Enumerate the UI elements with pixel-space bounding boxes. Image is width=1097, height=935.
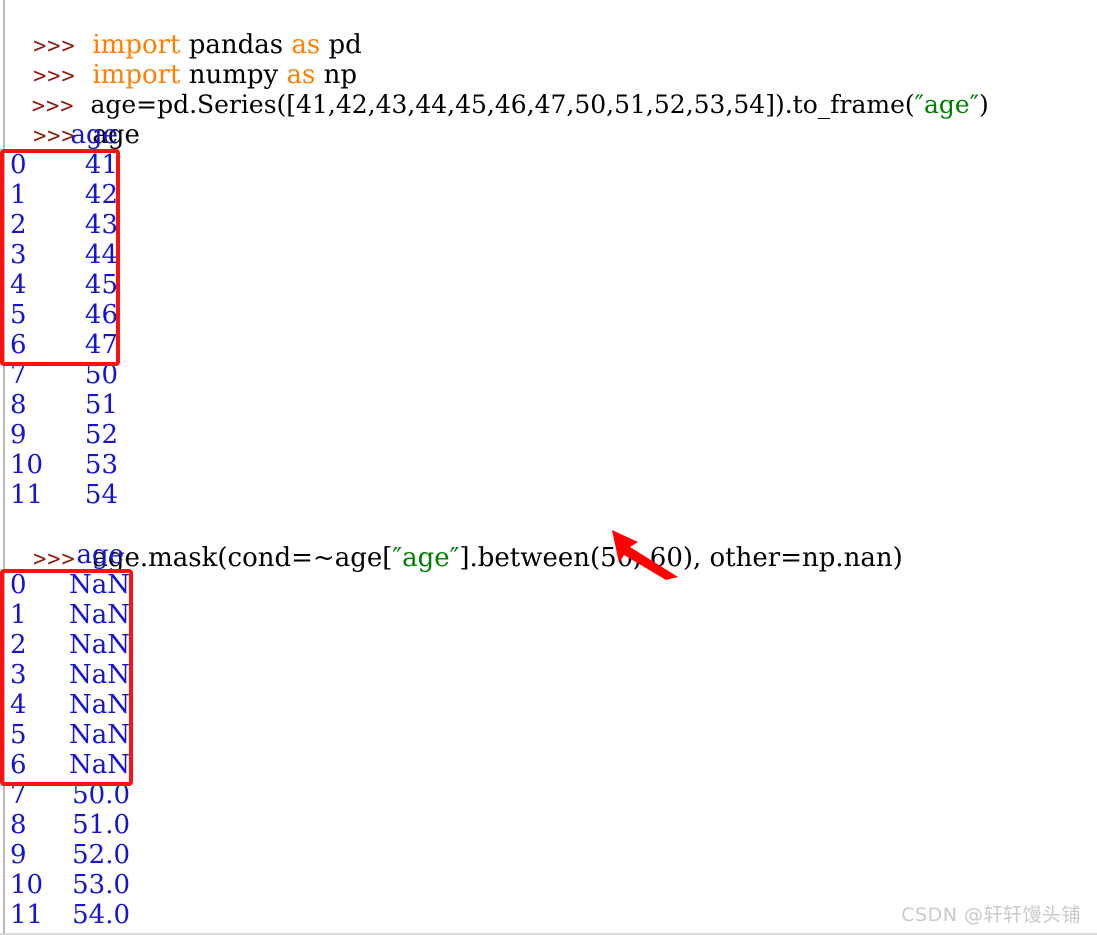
- table-row: 6 47: [0, 330, 200, 360]
- console-line-import-numpy: >>> import numpy as np: [0, 30, 357, 90]
- console-line-eval-age: >>> age: [0, 90, 140, 150]
- table-row: 10 53: [0, 450, 200, 480]
- table-header-row: age: [0, 540, 220, 570]
- cell-age: NaN: [68, 630, 130, 660]
- cell-age: 45: [84, 270, 118, 300]
- table-row: 8 51.0: [0, 810, 220, 840]
- cell-age: 52.0: [72, 840, 130, 870]
- table-row: 1 42: [0, 180, 200, 210]
- table-row: 2 43: [0, 210, 200, 240]
- table-row: 0 NaN: [0, 570, 220, 600]
- column-header-age: age: [70, 120, 118, 150]
- table-header-row: age: [0, 120, 200, 150]
- console-line-import-pandas: >>> import pandas as pd: [0, 0, 362, 60]
- cell-age: 41: [84, 150, 118, 180]
- mask-expression-suffix: ].between(50, 60), other=np.nan): [459, 543, 903, 573]
- table-row: 11 54.0: [0, 900, 220, 930]
- cell-age: 53: [84, 450, 118, 480]
- table-row: 7 50.0: [0, 780, 220, 810]
- cell-age: 43: [84, 210, 118, 240]
- table-body: 0 41 1 42 2 43 3 44 4 45 5 46 6 47 7 50 8 51 9 52 10 53 11 54: [0, 150, 200, 510]
- cell-age: NaN: [68, 690, 130, 720]
- table-row: 6 NaN: [0, 750, 220, 780]
- cell-age: 51: [84, 390, 118, 420]
- table-row: 9 52: [0, 420, 200, 450]
- table-row: 4 45: [0, 270, 200, 300]
- table-row: 5 46: [0, 300, 200, 330]
- table-row: 4 NaN: [0, 690, 220, 720]
- output-table-age: age 0 41 1 42 2 43 3 44 4 45 5 46 6 47 7 50 8 51 9 52 10 53 11…: [0, 120, 200, 510]
- cell-age: 47: [84, 330, 118, 360]
- string-literal-age: ″age″: [914, 90, 980, 119]
- cell-age: 52: [84, 420, 118, 450]
- console-line-series-definition: >>> age=pd.Series([41,42,43,44,45,46,47,…: [0, 60, 989, 119]
- table-row: 10 53.0: [0, 870, 220, 900]
- series-expression-close: ): [979, 90, 989, 119]
- cell-age: 50.0: [72, 780, 130, 810]
- table-row: 0 41: [0, 150, 200, 180]
- csdn-watermark: CSDN @轩轩馒头铺: [901, 904, 1081, 926]
- cell-age: NaN: [68, 600, 130, 630]
- table-row: 8 51: [0, 390, 200, 420]
- cell-age: 42: [84, 180, 118, 210]
- table-row: 2 NaN: [0, 630, 220, 660]
- cell-age: NaN: [68, 720, 130, 750]
- cell-age: NaN: [68, 570, 130, 600]
- table-row: 3 44: [0, 240, 200, 270]
- cell-age: 44: [84, 240, 118, 270]
- cell-age: 54: [84, 480, 118, 510]
- cell-age: NaN: [68, 750, 130, 780]
- column-header-age: age: [76, 540, 124, 570]
- cell-age: 46: [84, 300, 118, 330]
- cell-age: 54.0: [72, 900, 130, 930]
- console-line-mask-command: >>> age.mask(cond=~age[″age″].between(50…: [0, 513, 903, 573]
- table-row: 11 54: [0, 480, 200, 510]
- output-table-masked: age 0 NaN 1 NaN 2 NaN 3 NaN 4 NaN 5 NaN 6 NaN 7 50.0 8 51…: [0, 540, 220, 930]
- table-row: 1 NaN: [0, 600, 220, 630]
- cell-age: NaN: [68, 660, 130, 690]
- cell-age: 51.0: [72, 810, 130, 840]
- table-row: 3 NaN: [0, 660, 220, 690]
- table-row: 9 52.0: [0, 840, 220, 870]
- string-literal-age: ″age″: [392, 543, 460, 573]
- cell-age: 53.0: [72, 870, 130, 900]
- table-row: 7 50: [0, 360, 200, 390]
- table-body: 0 NaN 1 NaN 2 NaN 3 NaN 4 NaN 5 NaN 6 NaN 7 50.0 8 51.0 9 5…: [0, 570, 220, 930]
- table-row: 5 NaN: [0, 720, 220, 750]
- series-expression: age=pd.Series([41,42,43,44,45,46,47,50,5…: [90, 90, 915, 119]
- cell-age: 50: [84, 360, 118, 390]
